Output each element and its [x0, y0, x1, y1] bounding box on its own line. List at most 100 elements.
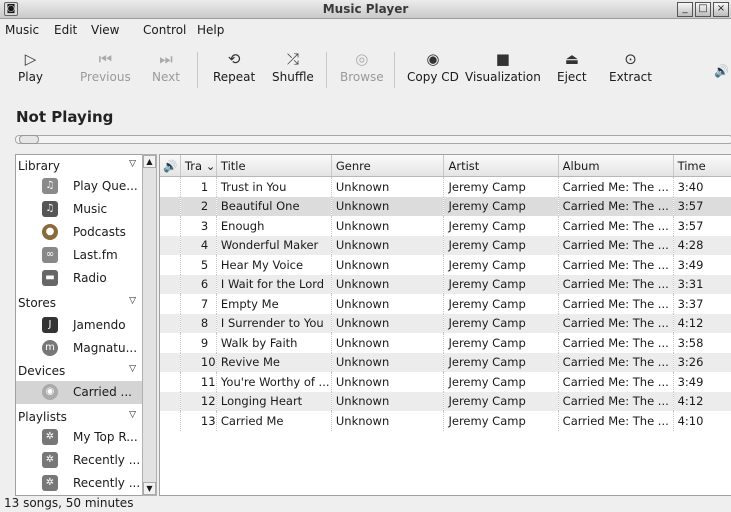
- scroll-up-icon[interactable]: ▲: [143, 155, 156, 168]
- copy-cd-button[interactable]: ◉ Copy CD: [407, 48, 459, 84]
- album-cell: Carried Me: The ...: [558, 411, 674, 431]
- menu-edit[interactable]: Edit: [54, 23, 77, 37]
- scroll-down-icon[interactable]: ▼: [143, 482, 156, 495]
- table-row[interactable]: 2 Beautiful One Unknown Jeremy Camp Carried …: [160, 196, 731, 216]
- menu-music[interactable]: Music: [5, 23, 39, 37]
- sidebar-item-recently-added[interactable]: ✲ Recently ...: [16, 449, 142, 472]
- seek-slider-handle[interactable]: [19, 135, 39, 144]
- track-number-cell: 5: [180, 255, 217, 275]
- title-cell: Enough: [216, 216, 332, 236]
- stores-section-header[interactable]: Stores ▽: [18, 296, 136, 310]
- artist-cell: Jeremy Camp: [443, 235, 559, 255]
- now-playing-cell: [160, 274, 181, 294]
- close-button[interactable]: ×: [713, 2, 729, 17]
- sidebar-item-lastfm[interactable]: ∞ Last.fm: [16, 244, 142, 267]
- title-cell: Longing Heart: [216, 391, 332, 411]
- collapse-triangle-icon[interactable]: ▽: [129, 296, 136, 306]
- volume-button[interactable]: 🔊: [714, 64, 729, 78]
- sidebar-scrollbar[interactable]: ▲ ▼: [142, 154, 157, 496]
- table-row[interactable]: 4 Wonderful Maker Unknown Jeremy Camp Carrie…: [160, 235, 731, 255]
- table-row[interactable]: 13 Carried Me Unknown Jeremy Camp Carried Me…: [160, 411, 731, 431]
- title-cell: Revive Me: [216, 352, 332, 372]
- title-cell: You're Worthy of ...: [216, 372, 332, 392]
- collapse-triangle-icon[interactable]: ▽: [129, 159, 136, 169]
- extract-icon: ⊙: [624, 50, 637, 68]
- column-header-artist[interactable]: Artist: [443, 155, 559, 177]
- column-header-track[interactable]: Tra ⌄: [180, 155, 217, 177]
- play-icon: ▷: [24, 50, 37, 68]
- table-row[interactable]: 8I Surrender to You Unknown Jeremy Camp Car…: [160, 313, 731, 333]
- table-row[interactable]: 1 Trust in You Unknown Jeremy Camp Carried M…: [160, 176, 731, 197]
- sidebar-item-my-top-rated[interactable]: ✲ My Top R...: [16, 426, 142, 449]
- time-cell: 3:58: [673, 333, 731, 353]
- shuffle-icon: ⤮: [286, 50, 299, 68]
- browse-button[interactable]: ◎ Browse: [340, 48, 384, 84]
- next-button[interactable]: ⏭ Next: [152, 48, 180, 84]
- sidebar-item-recently-played[interactable]: ✲ Recently ...: [16, 472, 142, 495]
- playlists-section-header[interactable]: Playlists ▽: [18, 410, 136, 424]
- repeat-button[interactable]: ⟲ Repeat: [213, 48, 255, 84]
- table-row[interactable]: 10 Revive Me Unknown Jeremy Camp Carried Me:…: [160, 352, 731, 372]
- track-list[interactable]: 🔊 Tra ⌄ Title Genre Artist Album Time 1T…: [159, 154, 731, 496]
- track-number-cell: 2: [180, 196, 217, 216]
- minimize-button[interactable]: _: [677, 2, 693, 17]
- jamendo-icon: J: [42, 317, 58, 333]
- library-section-header[interactable]: Library ▽: [18, 159, 136, 173]
- now-playing-column-icon[interactable]: 🔊: [160, 155, 181, 177]
- artist-cell: Jeremy Camp: [443, 352, 559, 372]
- column-header-title[interactable]: Title: [216, 155, 332, 177]
- table-row[interactable]: 5 Hear My Voice Unknown Jeremy Camp Carried …: [160, 255, 731, 275]
- previous-button[interactable]: ⏮ Previous: [80, 48, 131, 84]
- sidebar-item-jamendo[interactable]: J Jamendo: [16, 314, 142, 337]
- table-row[interactable]: 3 Enough Unknown Jeremy Camp Carried Me: The…: [160, 216, 731, 236]
- collapse-triangle-icon[interactable]: ▽: [129, 410, 136, 420]
- menu-view[interactable]: View: [91, 23, 119, 37]
- album-cell: Carried Me: The ...: [558, 274, 674, 294]
- seek-slider[interactable]: [15, 135, 731, 144]
- collapse-triangle-icon[interactable]: ▽: [129, 364, 136, 374]
- play-button[interactable]: ▷ Play: [18, 48, 43, 84]
- album-cell: Carried Me: The ...: [558, 352, 674, 372]
- table-row[interactable]: 11 You're Worthy of ... Unknown Jeremy Camp…: [160, 372, 731, 392]
- extract-button[interactable]: ⊙ Extract: [609, 48, 652, 84]
- sidebar-item-magnatune[interactable]: m Magnatu...: [16, 337, 142, 360]
- visualization-button[interactable]: ■ Visualization: [465, 48, 541, 84]
- genre-cell: Unknown: [331, 313, 445, 333]
- time-cell: 3:31: [673, 274, 731, 294]
- genre-cell: Unknown: [331, 196, 445, 216]
- sidebar-item-podcasts[interactable]: ● Podcasts: [16, 221, 142, 244]
- genre-cell: Unknown: [331, 274, 445, 294]
- menu-help[interactable]: Help: [197, 23, 224, 37]
- smart-playlist-icon: ✲: [42, 429, 58, 445]
- table-row[interactable]: 12 Longing Heart Unknown Jeremy Camp Carried…: [160, 391, 731, 411]
- genre-cell: Unknown: [331, 411, 445, 431]
- artist-cell: Jeremy Camp: [443, 372, 559, 392]
- sidebar-item-carried-cd[interactable]: ◉ Carried ...: [16, 381, 142, 404]
- column-header-album[interactable]: Album: [558, 155, 674, 177]
- toolbar: ▷ Play ⏮ Previous ⏭ Next ⟲ Repeat ⤮ Shuf…: [0, 42, 731, 100]
- eject-button[interactable]: ⏏ Eject: [557, 48, 587, 84]
- time-cell: 3:57: [673, 196, 731, 216]
- next-icon: ⏭: [159, 50, 173, 68]
- time-cell: 4:12: [673, 313, 731, 333]
- time-cell: 3:57: [673, 216, 731, 236]
- shuffle-button[interactable]: ⤮ Shuffle: [272, 48, 314, 84]
- table-row[interactable]: 7 Empty Me Unknown Jeremy Camp Carried Me: T…: [160, 294, 731, 314]
- column-header-time[interactable]: Time: [673, 155, 731, 177]
- devices-section-header[interactable]: Devices ▽: [18, 364, 136, 378]
- column-header-genre[interactable]: Genre: [331, 155, 445, 177]
- sidebar-item-radio[interactable]: ▬ Radio: [16, 267, 142, 290]
- maximize-button[interactable]: □: [695, 2, 711, 17]
- title-cell: I Surrender to You: [216, 313, 332, 333]
- sidebar-item-music[interactable]: ♫ Music: [16, 198, 142, 221]
- menu-control[interactable]: Control: [143, 23, 186, 37]
- now-playing-cell: [160, 391, 181, 411]
- sidebar-item-play-queue[interactable]: ♫ Play Que...: [16, 175, 142, 198]
- volume-icon: 🔊: [714, 64, 729, 78]
- now-playing-cell: [160, 235, 181, 255]
- now-playing-cell: [160, 196, 181, 216]
- time-cell: 3:40: [673, 176, 731, 197]
- table-row[interactable]: 9 Walk by Faith Unknown Jeremy Camp Carried …: [160, 333, 731, 353]
- table-row[interactable]: 6I Wait for the Lord Unknown Jeremy Camp Ca…: [160, 274, 731, 294]
- track-number-cell: 3: [180, 216, 217, 236]
